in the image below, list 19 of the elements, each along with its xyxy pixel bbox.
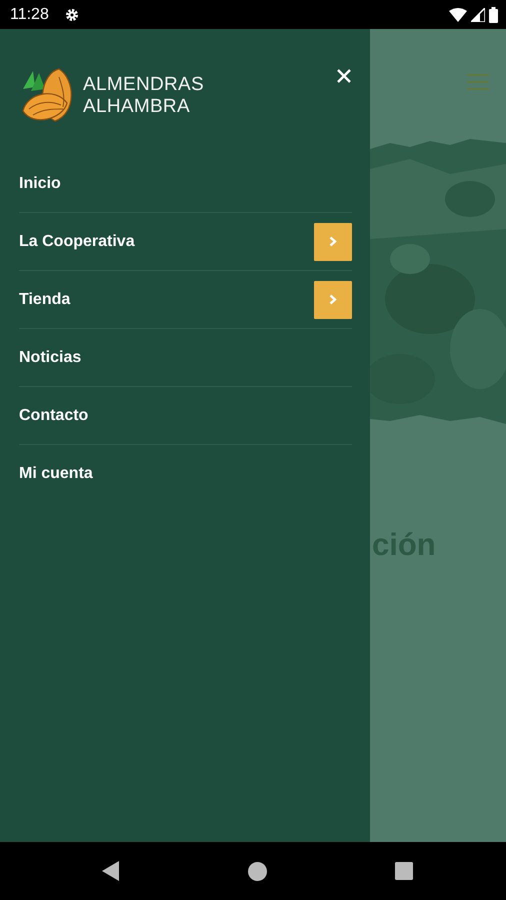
- settings-icon: [64, 8, 79, 22]
- menu-item[interactable]: Contacto: [19, 406, 88, 424]
- battery-icon: [489, 6, 498, 22]
- menu-item[interactable]: Inicio: [19, 174, 61, 192]
- clock: 11:28: [10, 6, 49, 24]
- menu-item[interactable]: Mi cuenta: [19, 464, 93, 482]
- recents-icon[interactable]: [394, 862, 412, 880]
- chevron-icon: [329, 236, 337, 247]
- chevron-icon: [329, 294, 337, 305]
- back-icon[interactable]: [102, 861, 120, 881]
- home-icon[interactable]: [248, 862, 266, 880]
- wifi-icon: [449, 8, 467, 22]
- menu-item[interactable]: Tienda: [19, 290, 70, 308]
- menu-item[interactable]: Noticias: [19, 348, 82, 366]
- signal-icon: [471, 8, 485, 22]
- brand-name: ALMENDRAS: [83, 74, 204, 96]
- close-icon[interactable]: [337, 69, 351, 83]
- brand-name: ALHAMBRA: [83, 96, 190, 118]
- menu-item[interactable]: La Cooperativa: [19, 232, 135, 250]
